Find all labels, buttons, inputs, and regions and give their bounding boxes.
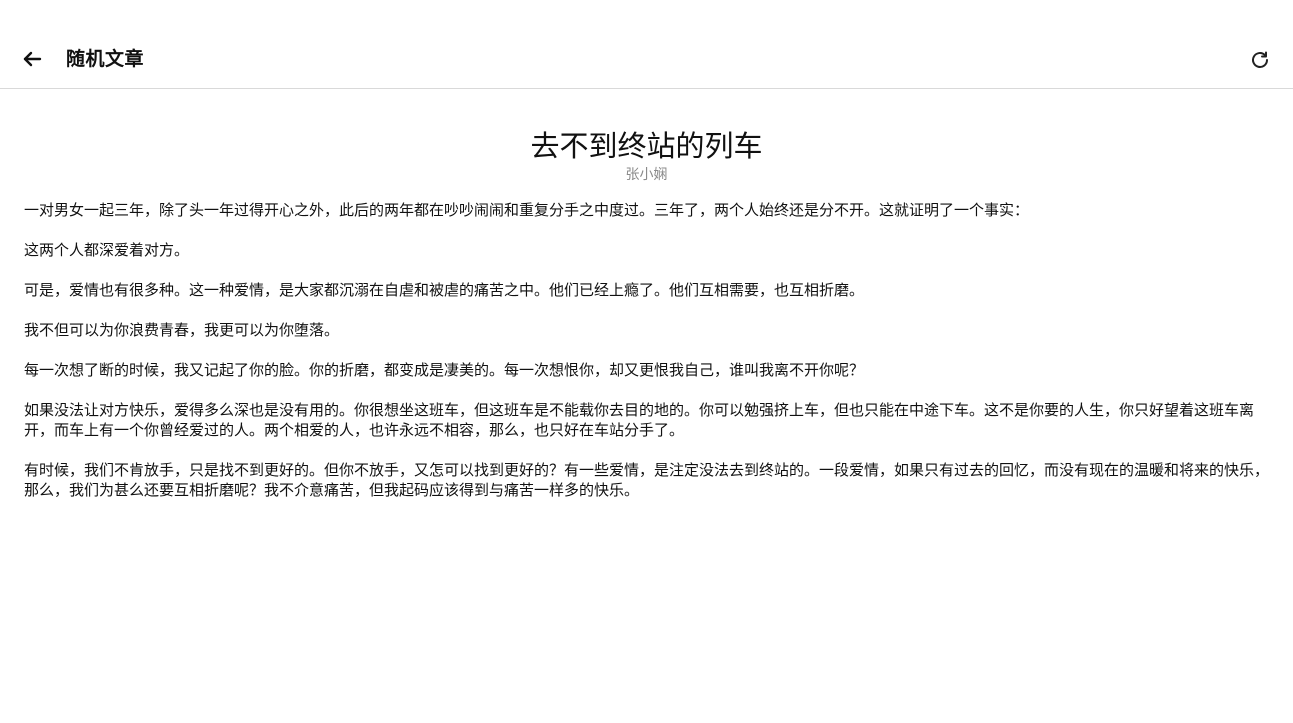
article-body: 一对男女一起三年，除了头一年过得开心之外，此后的两年都在吵吵闹闹和重复分手之中度… [24,200,1269,500]
article-paragraph: 如果没法让对方快乐，爱得多么深也是没有用的。你很想坐这班车，但这班车是不能载你去… [24,401,1255,439]
article-paragraph: 每一次想了断的时候，我又记起了你的脸。你的折磨，都变成是凄美的。每一次想恨你，却… [24,361,865,379]
app-window: 随机文章 去不到终站的列车 张小娴 一对男女一起三年，除了头一年过得开心之外，此… [0,0,1293,723]
article-paragraph: 可是，爱情也有很多种。这一种爱情，是大家都沉溺在自虐和被虐的痛苦之中。他们已经上… [24,281,865,299]
article-paragraph: 我不但可以为你浪费青春，我更可以为你堕落。 [24,321,340,339]
page-title: 随机文章 [66,48,145,70]
article-content: 去不到终站的列车 张小娴 一对男女一起三年，除了头一年过得开心之外，此后的两年都… [24,110,1269,520]
refresh-button[interactable] [1245,44,1275,76]
article-paragraph: 有时候，我们不肯放手，只是找不到更好的。但你不放手，又怎可以找到更好的？有一些爱… [24,461,1270,499]
top-app-bar: 随机文章 [0,0,1293,89]
refresh-icon [1252,51,1268,68]
article-title: 去不到终站的列车 [530,129,763,163]
article-paragraph: 一对男女一起三年，除了头一年过得开心之外，此后的两年都在吵吵闹闹和重复分手之中度… [24,201,1030,219]
back-button[interactable] [14,42,50,76]
article-author: 张小娴 [625,167,668,183]
article-paragraph: 这两个人都深爱着对方。 [24,241,190,259]
arrow-left-icon [23,51,42,67]
